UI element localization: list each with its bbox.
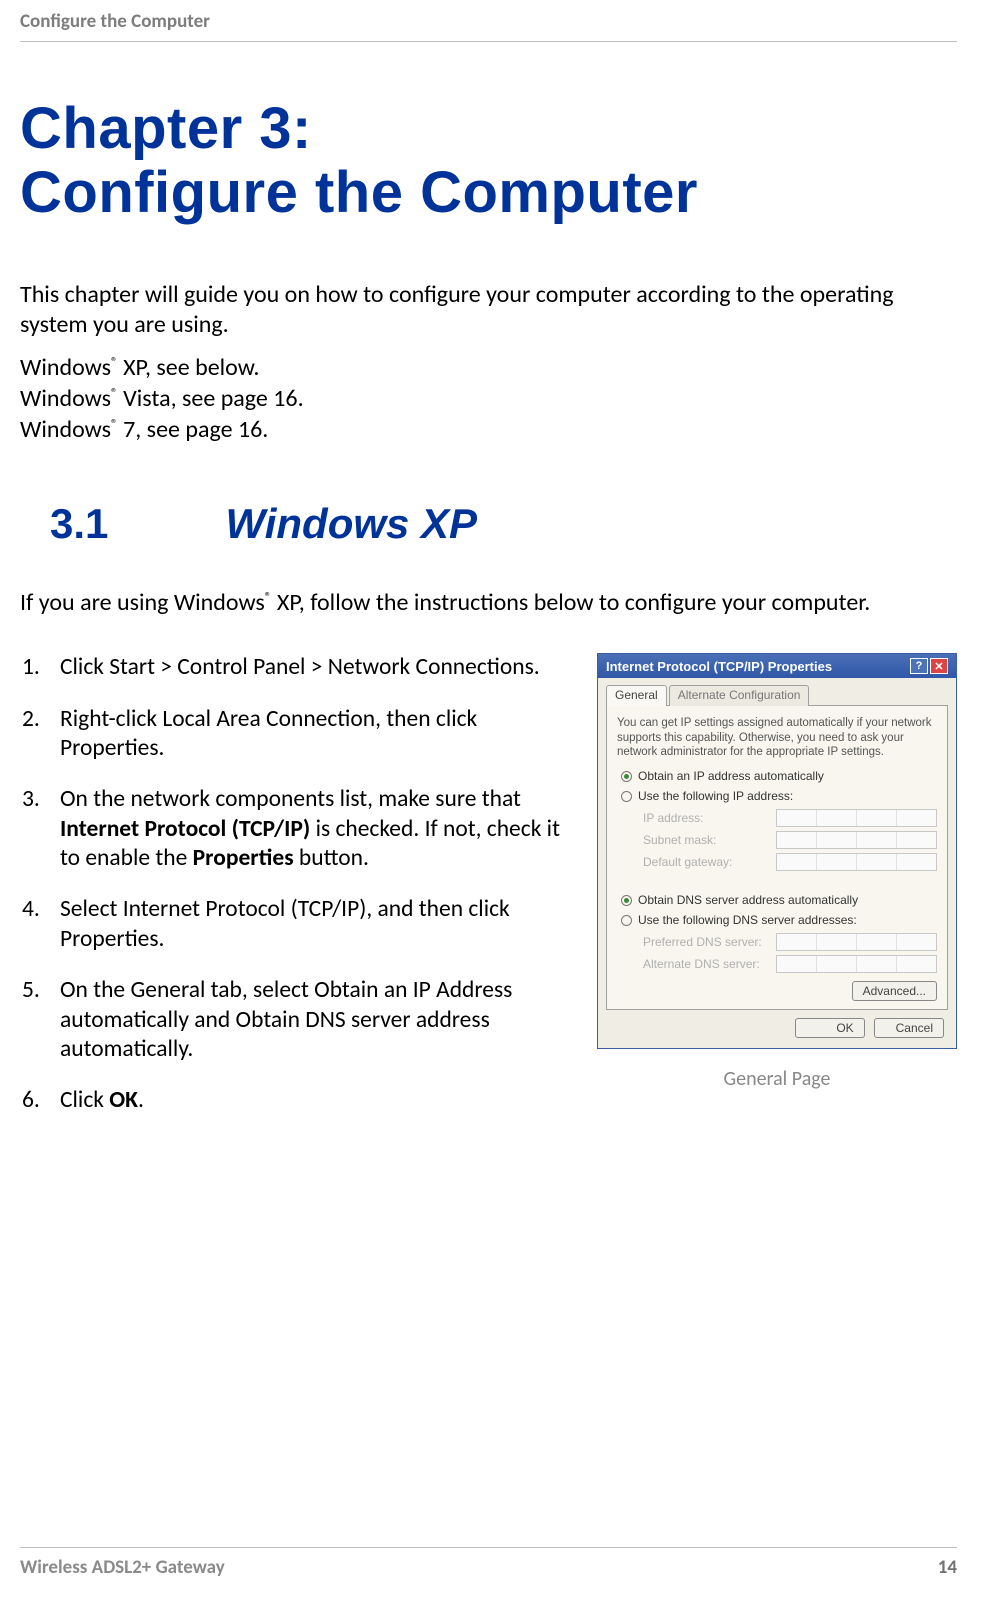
help-icon[interactable]: ?	[910, 658, 928, 674]
figure: Internet Protocol (TCP/IP) Properties ? …	[597, 653, 957, 1091]
radio-use-dns[interactable]: Use the following DNS server addresses:	[621, 913, 937, 927]
step-list: Click Start > Control Panel > Network Co…	[20, 653, 572, 1138]
ok-button[interactable]: OK	[795, 1018, 865, 1038]
radio-icon	[621, 895, 632, 906]
running-header: Configure the Computer	[20, 10, 957, 42]
section-number: 3.1	[50, 500, 220, 548]
field-alt-dns: Alternate DNS server:	[643, 955, 937, 973]
radio-icon	[621, 915, 632, 926]
radio-obtain-dns-auto[interactable]: Obtain DNS server address automatically	[621, 893, 937, 907]
page-footer: Wireless ADSL2+ Gateway 14	[20, 1547, 957, 1579]
reg-mark: ®	[111, 384, 118, 401]
section-heading: 3.1 Windows XP	[50, 500, 957, 548]
close-icon[interactable]: ✕	[930, 658, 948, 674]
chapter-title-line2: Configure the Computer	[20, 160, 698, 225]
field-pref-dns: Preferred DNS server:	[643, 933, 937, 951]
reg-mark: ®	[111, 415, 118, 432]
section-title: Windows XP	[225, 500, 477, 547]
ip-input[interactable]	[776, 809, 937, 827]
os-line-7: Windows® 7, see page 16.	[20, 414, 957, 445]
os-reference-list: Windows® XP, see below. Windows® Vista, …	[20, 352, 957, 446]
step-5: On the General tab, select Obtain an IP …	[20, 976, 572, 1064]
footer-product: Wireless ADSL2+ Gateway	[20, 1556, 225, 1579]
radio-use-ip[interactable]: Use the following IP address:	[621, 789, 937, 803]
step-1: Click Start > Control Panel > Network Co…	[20, 653, 572, 682]
gateway-input[interactable]	[776, 853, 937, 871]
section-intro: If you are using Windows® XP, follow the…	[20, 588, 957, 618]
alt-dns-input[interactable]	[776, 955, 937, 973]
chapter-title-line1: Chapter 3:	[20, 96, 312, 161]
tab-general[interactable]: General	[606, 685, 667, 706]
dialog-description: You can get IP settings assigned automat…	[617, 716, 937, 759]
figure-caption: General Page	[597, 1067, 957, 1091]
advanced-button[interactable]: Advanced...	[852, 981, 937, 1001]
field-gateway: Default gateway:	[643, 853, 937, 871]
field-ip-address: IP address:	[643, 809, 937, 827]
step-2: Right-click Local Area Connection, then …	[20, 705, 572, 764]
os-line-xp: Windows® XP, see below.	[20, 352, 957, 383]
pref-dns-input[interactable]	[776, 933, 937, 951]
os-line-vista: Windows® Vista, see page 16.	[20, 383, 957, 414]
radio-icon	[621, 791, 632, 802]
step-3: On the network components list, make sur…	[20, 785, 572, 873]
reg-mark: ®	[111, 353, 118, 370]
step-4: Select Internet Protocol (TCP/IP), and t…	[20, 895, 572, 954]
radio-icon	[621, 771, 632, 782]
step-6: Click OK.	[20, 1086, 572, 1115]
chapter-title: Chapter 3: Configure the Computer	[20, 97, 957, 225]
radio-obtain-ip-auto[interactable]: Obtain an IP address automatically	[621, 769, 937, 783]
cancel-button[interactable]: Cancel	[874, 1018, 944, 1038]
tcpip-dialog: Internet Protocol (TCP/IP) Properties ? …	[597, 653, 957, 1049]
tab-general-body: You can get IP settings assigned automat…	[606, 705, 948, 1010]
field-subnet: Subnet mask:	[643, 831, 937, 849]
chapter-intro: This chapter will guide you on how to co…	[20, 280, 957, 340]
dialog-tabs: General Alternate Configuration	[598, 678, 956, 705]
subnet-input[interactable]	[776, 831, 937, 849]
dialog-titlebar: Internet Protocol (TCP/IP) Properties ? …	[598, 654, 956, 678]
footer-page-number: 14	[938, 1556, 957, 1579]
tab-alternate[interactable]: Alternate Configuration	[669, 685, 810, 706]
dialog-title-text: Internet Protocol (TCP/IP) Properties	[606, 659, 832, 674]
